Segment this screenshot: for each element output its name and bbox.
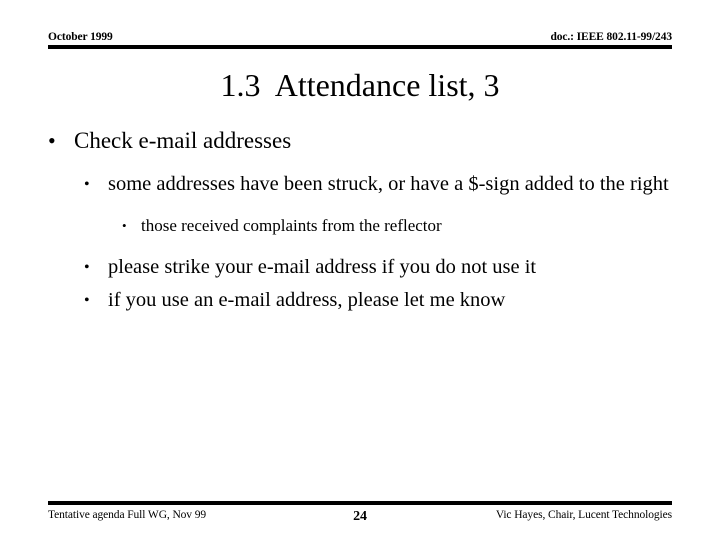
header-document-id: doc.: IEEE 802.11-99/243 xyxy=(550,31,672,43)
bullet-item-level2: • please strike your e-mail address if y… xyxy=(84,253,672,282)
bullet-item-level2: • if you use an e-mail address, please l… xyxy=(84,286,672,315)
bullet-item-level2: • some addresses have been struck, or ha… xyxy=(84,170,672,199)
bullet-text: if you use an e-mail address, please let… xyxy=(108,289,506,311)
bullet-marker-icon: • xyxy=(84,259,90,276)
footer-divider xyxy=(48,501,672,505)
footer-author-label: Vic Hayes, Chair, Lucent Technologies xyxy=(495,509,672,521)
bullet-marker-icon: • xyxy=(48,128,56,153)
slide-header: October 1999 doc.: IEEE 802.11-99/243 xyxy=(48,31,672,53)
slide-body: • Check e-mail addresses • some addresse… xyxy=(48,126,672,319)
header-divider xyxy=(48,45,672,49)
bullet-text: please strike your e-mail address if you… xyxy=(108,256,537,278)
header-text-row: October 1999 doc.: IEEE 802.11-99/243 xyxy=(48,31,672,44)
bullet-text: those received complaints from the refle… xyxy=(141,216,442,235)
bullet-marker-icon: • xyxy=(84,176,90,193)
bullet-item-level1: • Check e-mail addresses xyxy=(48,126,672,156)
bullet-marker-icon: • xyxy=(122,218,127,233)
bullet-text: some addresses have been struck, or have… xyxy=(108,173,669,195)
header-date: October 1999 xyxy=(48,31,113,43)
footer-text-row: Tentative agenda Full WG, Nov 99 24 Vic … xyxy=(48,508,672,526)
slide-footer: Tentative agenda Full WG, Nov 99 24 Vic … xyxy=(48,501,672,526)
slide-title: 1.3 Attendance list, 3 xyxy=(220,67,500,103)
bullet-item-level3: • those received complaints from the ref… xyxy=(122,213,672,239)
bullet-marker-icon: • xyxy=(84,292,90,309)
bullet-text: Check e-mail addresses xyxy=(74,128,292,153)
presentation-slide: October 1999 doc.: IEEE 802.11-99/243 1.… xyxy=(0,0,720,540)
